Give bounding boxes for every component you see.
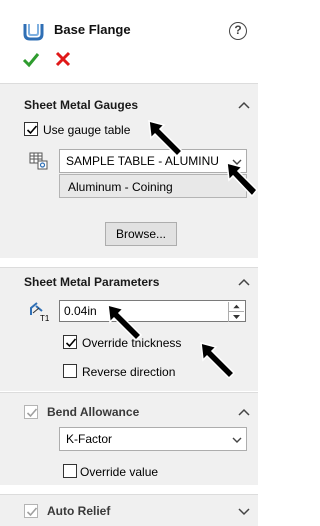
section-divider (0, 258, 258, 267)
bend-type-select[interactable]: K-Factor (59, 427, 247, 451)
bend-allowance-checkbox[interactable] (24, 405, 38, 419)
section-title-bend: Bend Allowance (47, 405, 140, 419)
ok-checkmark-icon[interactable] (22, 51, 40, 69)
chevron-up-icon[interactable] (238, 100, 250, 110)
thickness-icon-label: T1 (40, 314, 50, 323)
checkmark-icon (65, 338, 77, 348)
help-icon[interactable]: ? (229, 22, 247, 40)
arrow-pointer-icon (226, 161, 258, 198)
thickness-spinner[interactable] (228, 302, 244, 322)
browse-button[interactable]: Browse... (105, 222, 177, 246)
reverse-direction-label: Reverse direction (82, 365, 176, 379)
bend-allowance-section: Bend Allowance K-Factor Override value (0, 392, 258, 485)
use-gauge-table-label: Use gauge table (43, 123, 131, 137)
arrow-pointer-icon (200, 341, 236, 380)
override-value-checkbox[interactable] (63, 464, 77, 478)
section-title-gauges: Sheet Metal Gauges (24, 98, 139, 112)
chevron-up-icon[interactable] (238, 277, 250, 287)
chevron-down-icon[interactable] (238, 506, 250, 516)
section-title-relief: Auto Relief (47, 504, 111, 518)
use-gauge-table-checkbox[interactable] (24, 122, 38, 136)
checkmark-icon (26, 408, 38, 418)
spin-down-icon[interactable] (229, 312, 244, 322)
cancel-x-icon[interactable] (55, 51, 71, 67)
material-value: Aluminum - Coining (68, 180, 173, 194)
material-listbox[interactable]: Aluminum - Coining (59, 174, 247, 198)
thickness-value: 0.04in (64, 304, 97, 318)
override-value-label: Override value (80, 465, 159, 479)
override-thickness-checkbox[interactable] (63, 335, 77, 349)
bend-type-value: K-Factor (66, 432, 113, 446)
thickness-input[interactable]: 0.04in (59, 300, 246, 322)
auto-relief-checkbox[interactable] (24, 504, 38, 518)
base-flange-icon (23, 24, 44, 41)
checkmark-icon (26, 507, 38, 517)
thickness-icon: T1 (30, 302, 50, 323)
section-title-parameters: Sheet Metal Parameters (24, 275, 160, 289)
sheet-metal-gauges-section: Sheet Metal Gauges Use gauge table SAMPL… (0, 83, 258, 258)
arrow-pointer-icon (107, 303, 143, 342)
reverse-direction-checkbox[interactable] (63, 364, 77, 378)
gauge-table-icon (29, 152, 48, 170)
section-divider (0, 485, 258, 494)
property-manager-panel: Base Flange ? Sheet Metal Gauges Use gau… (0, 0, 258, 526)
header: Base Flange ? (0, 0, 258, 83)
page-title: Base Flange (54, 22, 131, 37)
chevron-up-icon[interactable] (238, 407, 250, 417)
chevron-down-icon (232, 437, 242, 443)
arrow-pointer-icon (148, 119, 184, 158)
auto-relief-section: Auto Relief (0, 494, 258, 526)
spin-up-icon[interactable] (229, 302, 244, 312)
checkmark-icon (26, 125, 38, 135)
